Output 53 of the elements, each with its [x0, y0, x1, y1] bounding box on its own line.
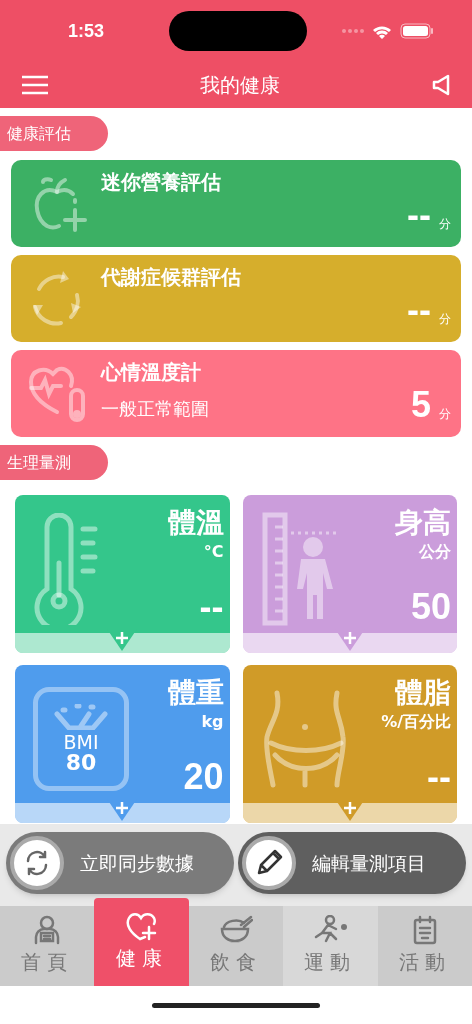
measurement-tile[interactable]: 身高 公分 50 [242, 495, 457, 653]
action-button[interactable]: 立即同步數據 [6, 832, 234, 894]
score-unit: 分 [439, 311, 451, 328]
tile-unit: kg [201, 711, 224, 733]
section-label: 生理量測 [0, 445, 108, 480]
tile-value: 20 [183, 759, 224, 795]
plus-icon [107, 629, 138, 651]
running-person-icon [312, 915, 349, 945]
score-unit: 分 [439, 216, 451, 233]
section-label: 健康評估 [0, 116, 108, 151]
page-title: 我的健康 [200, 72, 280, 99]
tile-value: -- [199, 589, 224, 625]
card-title: 代謝症候群評估 [101, 265, 242, 290]
score-value: 5 [410, 387, 431, 423]
plus-icon [334, 799, 365, 821]
tab-item[interactable]: 首頁 [0, 906, 95, 986]
score-value: -- [407, 197, 431, 233]
tab-item[interactable]: 健康 [94, 898, 189, 986]
tile-value: 50 [410, 589, 451, 625]
measurement-tile[interactable]: 體脂 %/百分比 -- [242, 665, 457, 823]
tile-title: 體脂 [395, 675, 451, 710]
tile-unit: °C [203, 541, 224, 563]
measurement-tile[interactable]: BMI 80 體重 kg 20 [15, 665, 230, 823]
scale-dial-icon [53, 704, 109, 730]
assessment-card[interactable]: 代謝症候群評估 -- 分 [11, 255, 461, 342]
assessment-card[interactable]: 心情溫度計 一般正常範圍 5 分 [11, 350, 461, 437]
score-unit: 分 [439, 406, 451, 423]
tile-unit: 公分 [419, 541, 451, 563]
tab-item[interactable]: 運動 [283, 906, 378, 986]
tile-value: -- [427, 759, 451, 795]
battery-icon [400, 23, 434, 39]
tile-unit: %/百分比 [381, 711, 451, 733]
measurement-tile[interactable]: 體溫 °C -- [15, 495, 230, 653]
tab-item[interactable]: 飲食 [188, 906, 284, 986]
bowl-chopsticks-icon [219, 915, 253, 945]
assessment-card[interactable]: 迷你營養評估 -- 分 [11, 160, 461, 247]
tile-title: 身高 [395, 505, 451, 540]
menu-icon[interactable] [22, 75, 48, 95]
tile-title: 體溫 [167, 505, 224, 540]
card-title: 心情溫度計 [101, 360, 202, 385]
action-button[interactable]: 編輯量測項目 [238, 832, 466, 894]
heart-plus-icon [124, 911, 159, 941]
tab-item[interactable]: 活動 [377, 906, 472, 986]
score-value: -- [407, 292, 431, 328]
bmi-label: BMI [63, 733, 99, 752]
card-title: 迷你營養評估 [101, 170, 222, 195]
wifi-icon [372, 23, 392, 39]
signal-dots-icon [342, 29, 364, 33]
speaker-icon[interactable] [432, 74, 450, 96]
status-time: 1:53 [68, 19, 105, 43]
tile-title: 體重 [167, 675, 224, 710]
card-note: 一般正常範圍 [101, 397, 210, 421]
bmi-value: 80 [65, 752, 97, 774]
